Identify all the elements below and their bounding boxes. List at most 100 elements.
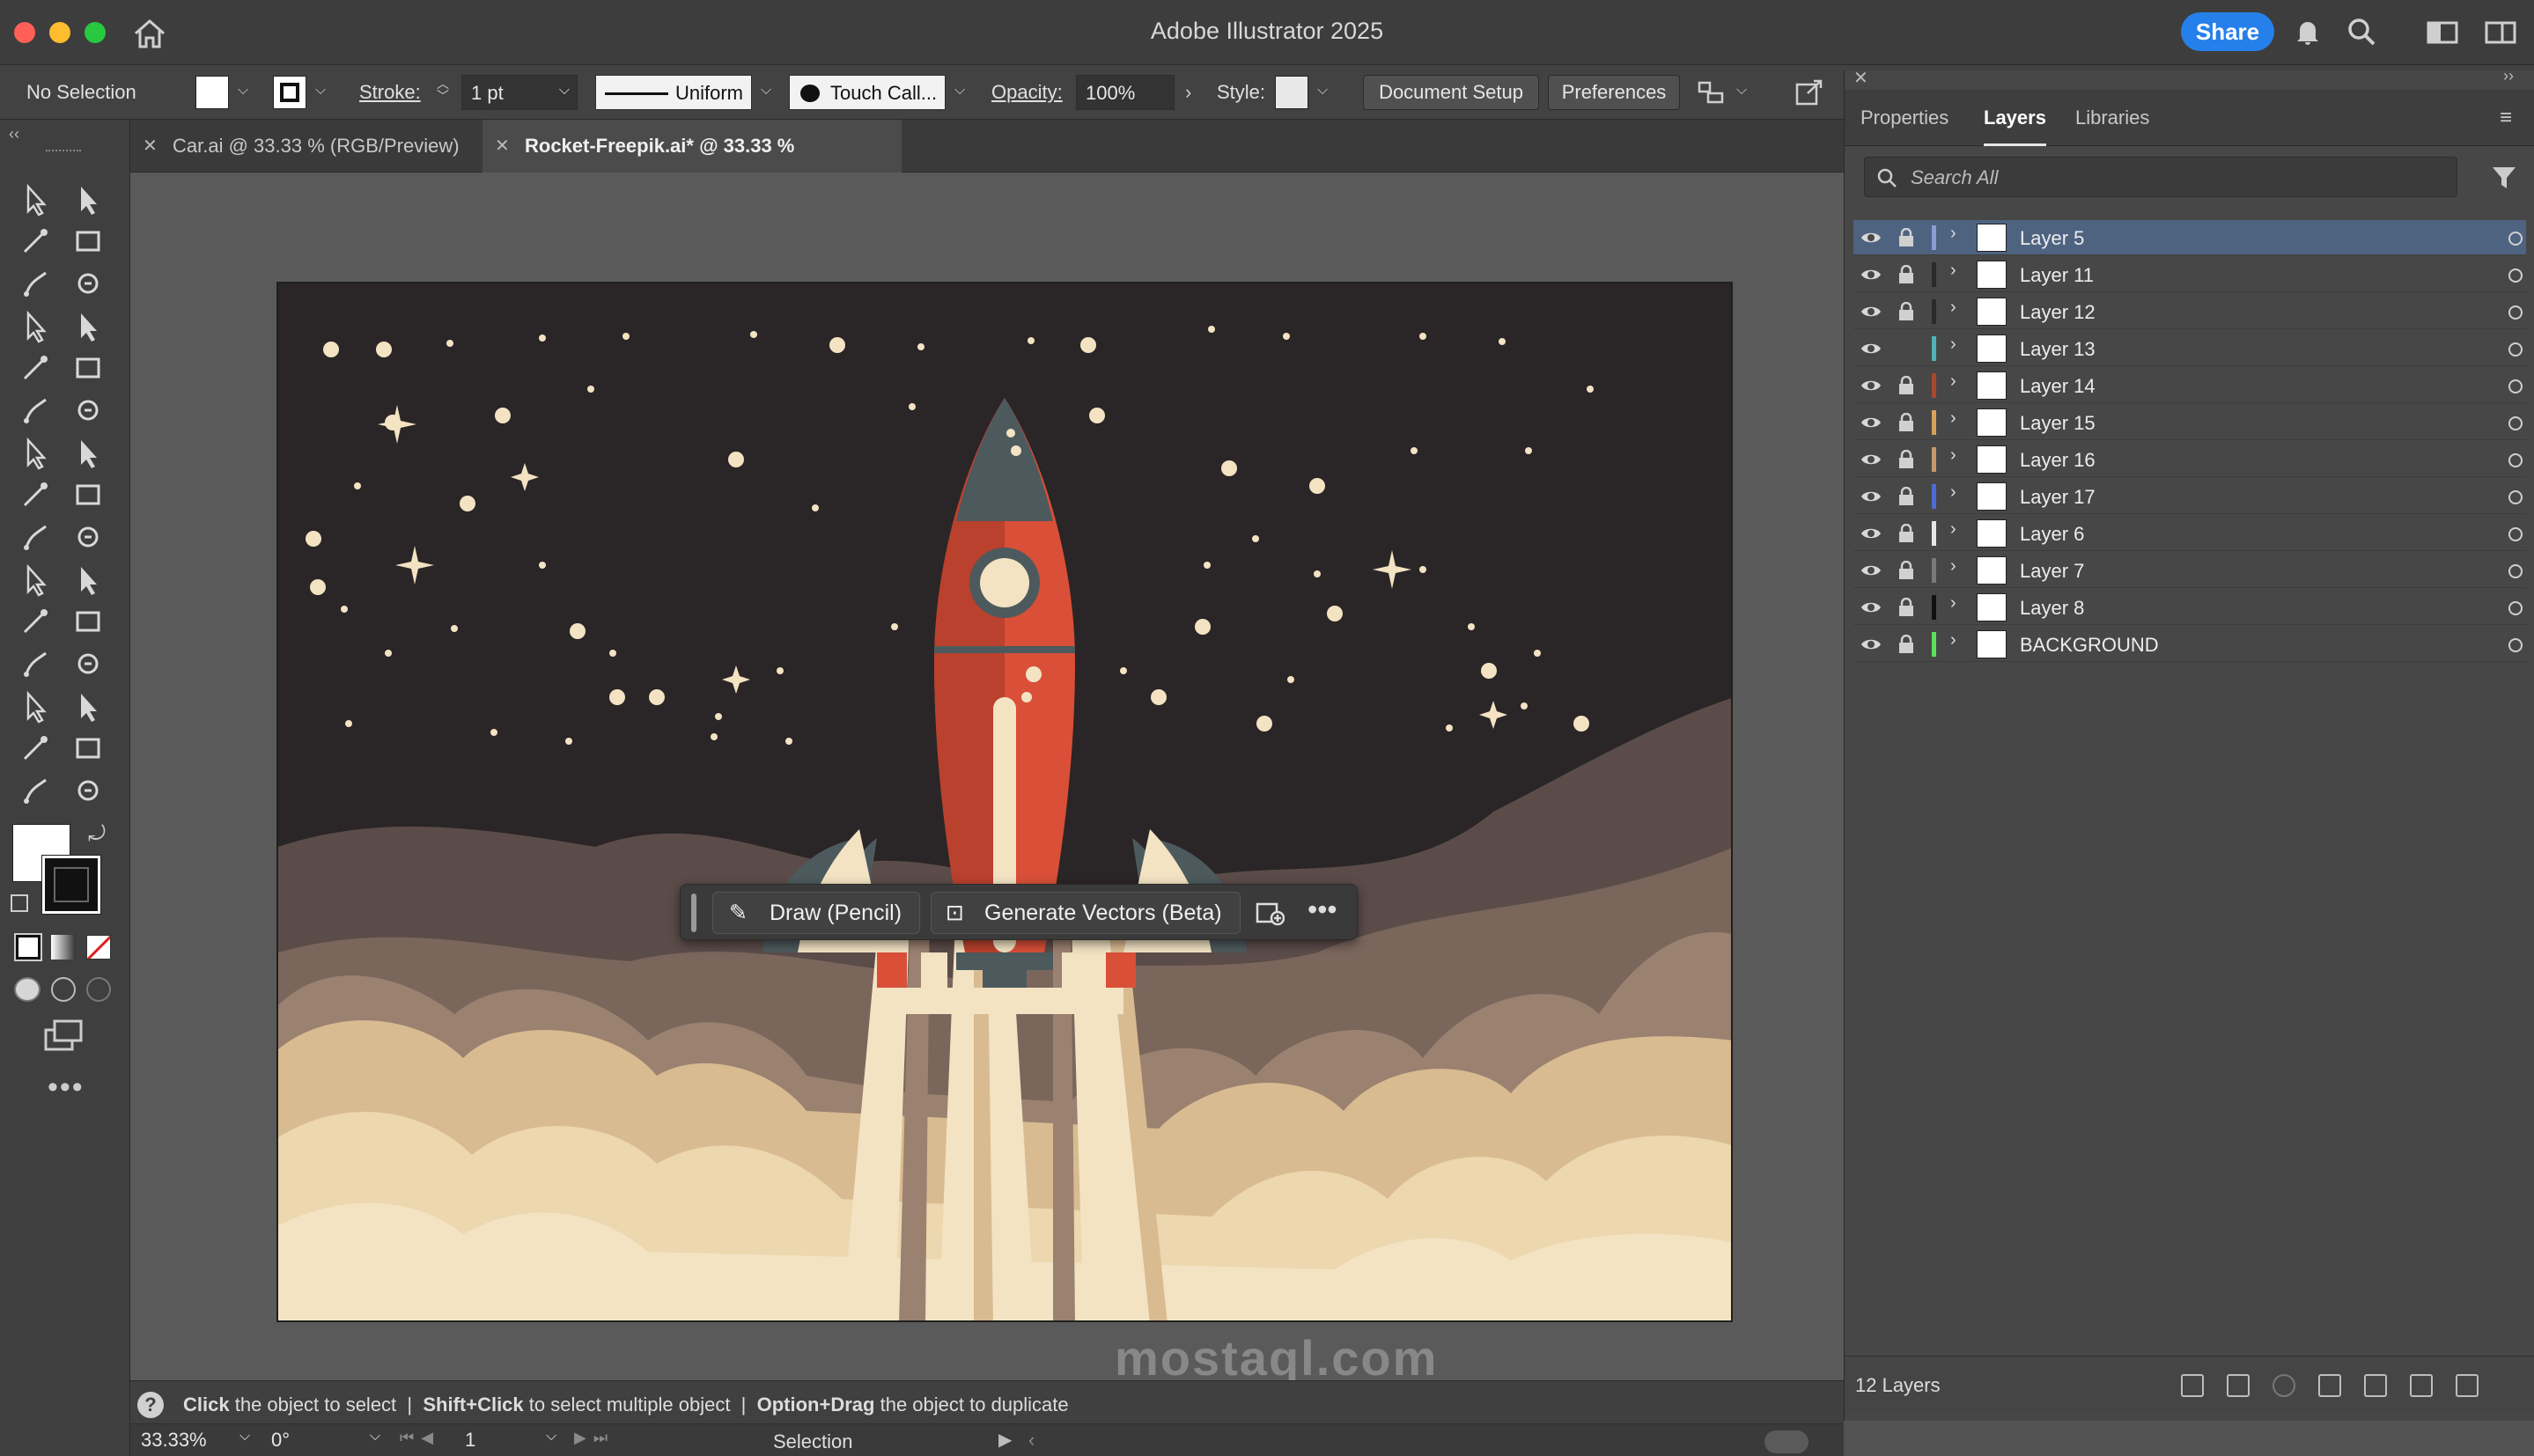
arrange-documents-icon[interactable]: [2485, 19, 2516, 46]
zoom-tool-icon[interactable]: [69, 771, 107, 810]
layer-name[interactable]: Layer 14: [2020, 375, 2096, 398]
lock-icon[interactable]: [1897, 265, 1915, 284]
stroke-chevron-down-icon[interactable]: ⌵: [315, 83, 326, 99]
none-mode-icon[interactable]: [86, 935, 111, 960]
layer-target-icon[interactable]: [2508, 416, 2523, 430]
help-icon[interactable]: ?: [137, 1392, 164, 1418]
layer-target-icon[interactable]: [2508, 638, 2523, 652]
layer-row[interactable]: › Layer 17: [1853, 479, 2526, 514]
warp-tool-icon[interactable]: [16, 475, 55, 514]
mesh-tool-icon[interactable]: [16, 560, 55, 599]
stroke-color-box[interactable]: [41, 855, 101, 915]
opacity-arrow-icon[interactable]: ›: [1185, 81, 1191, 104]
perspective-grid-tool-icon[interactable]: [69, 518, 107, 556]
lock-icon[interactable]: [1897, 598, 1915, 617]
direct-selection-tool-icon[interactable]: [69, 180, 107, 218]
create-new-layer-icon[interactable]: [2410, 1374, 2433, 1397]
gradient-mode-icon[interactable]: [51, 935, 76, 960]
close-panel-icon[interactable]: ✕: [1853, 67, 1868, 89]
layer-name[interactable]: Layer 12: [2020, 301, 2096, 324]
layer-row[interactable]: › Layer 14: [1853, 368, 2526, 403]
expand-layer-chevron-icon[interactable]: ›: [1950, 482, 1956, 503]
layer-target-icon[interactable]: [2508, 564, 2523, 578]
layer-name[interactable]: Layer 6: [2020, 523, 2084, 546]
collapse-toolbar-icon[interactable]: ‹‹: [9, 125, 19, 143]
visibility-eye-icon[interactable]: [1860, 264, 1882, 285]
puppet-warp-tool-icon[interactable]: [16, 771, 55, 810]
zoom-field[interactable]: 33.33% ⌵: [141, 1429, 255, 1455]
graphic-style-swatch[interactable]: [1275, 76, 1308, 109]
layer-row[interactable]: › Layer 15: [1853, 405, 2526, 440]
type-tool-icon[interactable]: [16, 306, 55, 345]
gradient-tool-icon[interactable]: [69, 560, 107, 599]
draw-inside-icon[interactable]: [86, 977, 111, 1002]
close-tab-icon[interactable]: ✕: [495, 120, 510, 173]
draw-normal-icon[interactable]: [14, 977, 41, 1002]
paintbrush-tool-icon[interactable]: [69, 349, 107, 387]
fill-chevron-down-icon[interactable]: ⌵: [238, 83, 248, 99]
swap-colors-icon[interactable]: ⤾: [88, 822, 106, 847]
filter-icon[interactable]: [2491, 164, 2517, 190]
share-button[interactable]: Share: [2181, 12, 2274, 51]
visibility-eye-icon[interactable]: [1860, 227, 1882, 248]
expand-layer-chevron-icon[interactable]: ›: [1950, 408, 1956, 429]
screen-mode-icon[interactable]: [42, 1018, 85, 1053]
layer-row[interactable]: › Layer 6: [1853, 516, 2526, 551]
status-menu-arrow-icon[interactable]: ▶: [998, 1429, 1012, 1451]
tab-properties[interactable]: Properties: [1860, 90, 1948, 146]
layer-row[interactable]: › Layer 12: [1853, 294, 2526, 329]
expand-layer-chevron-icon[interactable]: ›: [1950, 224, 1956, 244]
lock-icon[interactable]: [1897, 302, 1915, 321]
visibility-eye-icon[interactable]: [1860, 597, 1882, 618]
visibility-eye-icon[interactable]: [1860, 412, 1882, 433]
export-icon[interactable]: [1794, 77, 1824, 107]
lock-icon[interactable]: [1897, 635, 1915, 654]
lock-icon[interactable]: [1897, 487, 1915, 506]
draw-pencil-button[interactable]: ✎ Draw (Pencil): [712, 892, 920, 934]
eyedropper-tool-icon[interactable]: [16, 602, 55, 641]
column-graph-tool-icon[interactable]: [16, 687, 55, 725]
lock-icon[interactable]: [1897, 376, 1915, 395]
visibility-eye-icon[interactable]: [1860, 560, 1882, 581]
layer-search-field[interactable]: Search All: [1864, 157, 2457, 197]
stroke-label[interactable]: Stroke:: [359, 81, 421, 104]
fill-swatch[interactable]: [195, 76, 229, 109]
delete-layer-icon[interactable]: [2456, 1374, 2479, 1397]
lock-icon[interactable]: [1897, 524, 1915, 543]
layer-row[interactable]: › Layer 8: [1853, 590, 2526, 625]
eraser-tool-icon[interactable]: [69, 391, 107, 430]
collapse-panel-icon[interactable]: ››: [2503, 67, 2514, 85]
visibility-eye-icon[interactable]: [1860, 375, 1882, 396]
measure-tool-icon[interactable]: [69, 602, 107, 641]
layer-target-icon[interactable]: [2508, 490, 2523, 504]
curvature-tool-icon[interactable]: [69, 264, 107, 303]
lasso-tool-icon[interactable]: [69, 222, 107, 261]
expand-layer-chevron-icon[interactable]: ›: [1950, 261, 1956, 281]
layer-name[interactable]: Layer 7: [2020, 560, 2084, 583]
rotation-field[interactable]: 0° ⌵: [271, 1429, 386, 1455]
layer-target-icon[interactable]: [2508, 342, 2523, 357]
layer-name[interactable]: Layer 16: [2020, 449, 2096, 472]
artboard-prev-icons[interactable]: ⏮◀: [400, 1429, 440, 1447]
rotate-tool-icon[interactable]: [16, 433, 55, 472]
expand-layer-chevron-icon[interactable]: ›: [1950, 298, 1956, 318]
visibility-eye-icon[interactable]: [1860, 486, 1882, 507]
layer-row[interactable]: › Layer 7: [1853, 553, 2526, 588]
selection-tool-icon[interactable]: [16, 180, 55, 218]
artboard[interactable]: [276, 282, 1733, 1322]
visibility-eye-icon[interactable]: [1860, 523, 1882, 544]
export-icon[interactable]: [2227, 1374, 2250, 1397]
panel-menu-icon[interactable]: ≡: [2500, 106, 2512, 130]
layer-name[interactable]: Layer 13: [2020, 338, 2096, 361]
expand-layer-chevron-icon[interactable]: ›: [1950, 445, 1956, 466]
tab-libraries[interactable]: Libraries: [2075, 90, 2149, 146]
visibility-eye-icon[interactable]: [1860, 338, 1882, 359]
layer-row[interactable]: › BACKGROUND: [1853, 627, 2526, 662]
tab-car-document[interactable]: ✕ Car.ai @ 33.33 % (RGB/Preview): [130, 120, 481, 173]
opacity-field[interactable]: 100%: [1076, 75, 1175, 110]
make-clipping-mask-icon[interactable]: [2318, 1374, 2341, 1397]
hand-tool-icon[interactable]: [69, 729, 107, 768]
lock-icon[interactable]: [1897, 561, 1915, 580]
add-image-icon[interactable]: [1255, 899, 1285, 927]
layer-name[interactable]: Layer 8: [2020, 597, 2084, 620]
